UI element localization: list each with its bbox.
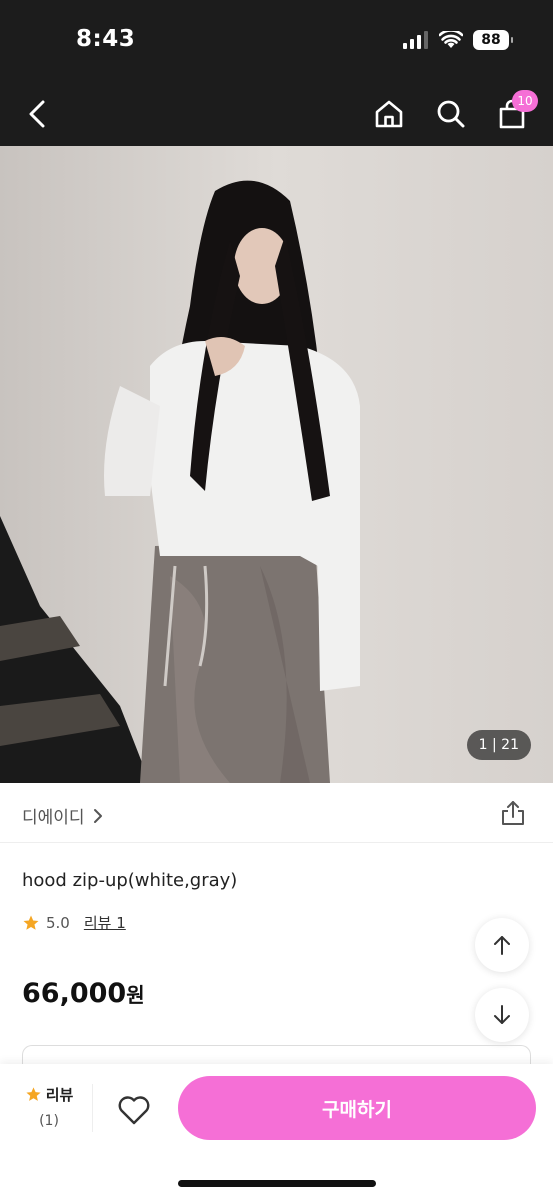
star-icon xyxy=(26,1087,41,1101)
chevron-right-icon xyxy=(93,808,102,823)
wifi-icon xyxy=(439,31,463,48)
bottom-review-button[interactable]: 리뷰 (1) xyxy=(18,1084,80,1129)
nav-bar: 10 xyxy=(0,80,553,146)
chevron-left-icon xyxy=(29,100,45,128)
arrow-up-icon xyxy=(494,936,510,955)
search-icon xyxy=(437,100,465,128)
rating-row: 5.0 리뷰 1 xyxy=(22,912,126,933)
status-bar: 8:43 88 xyxy=(0,0,553,80)
rating-value: 5.0 xyxy=(46,913,70,932)
price-currency: 원 xyxy=(126,983,145,1007)
image-counter: 1 | 21 xyxy=(466,730,531,760)
cart-button[interactable]: 10 xyxy=(490,90,538,136)
battery-indicator: 88 xyxy=(473,30,513,50)
buy-button[interactable]: 구매하기 xyxy=(178,1076,536,1140)
arrow-down-icon xyxy=(494,1005,510,1024)
home-indicator[interactable] xyxy=(178,1180,376,1187)
status-icons: 88 xyxy=(403,30,513,50)
price-value: 66,000 xyxy=(22,978,127,1009)
store-link[interactable]: 디에이디 xyxy=(22,803,103,828)
product-image[interactable]: 1 | 21 xyxy=(0,146,553,783)
scroll-up-button[interactable] xyxy=(475,918,529,972)
heart-icon xyxy=(118,1096,150,1125)
status-time: 8:43 xyxy=(76,26,136,52)
product-photo xyxy=(0,146,553,783)
store-name: 디에이디 xyxy=(22,808,85,828)
scroll-down-button[interactable] xyxy=(475,988,529,1042)
star-icon xyxy=(23,915,39,930)
bottom-review-header: 리뷰 xyxy=(18,1084,80,1105)
home-icon xyxy=(375,100,403,128)
bottom-review-label: 리뷰 xyxy=(45,1086,74,1104)
cart-count-badge: 10 xyxy=(512,90,538,112)
divider xyxy=(92,1084,93,1132)
product-price: 66,000원 xyxy=(22,978,145,1009)
battery-level: 88 xyxy=(481,32,501,48)
product-title: hood zip-up(white,gray) xyxy=(22,870,238,891)
like-button[interactable] xyxy=(112,1088,156,1132)
cellular-signal-icon xyxy=(403,31,428,49)
search-button[interactable] xyxy=(429,92,473,136)
home-button[interactable] xyxy=(367,92,411,136)
store-row: 디에이디 xyxy=(0,783,553,843)
review-link[interactable]: 리뷰 1 xyxy=(84,912,126,933)
bottom-review-count: (1) xyxy=(39,1113,59,1129)
back-button[interactable] xyxy=(16,92,60,136)
share-button[interactable] xyxy=(499,799,527,827)
share-icon xyxy=(502,801,524,825)
